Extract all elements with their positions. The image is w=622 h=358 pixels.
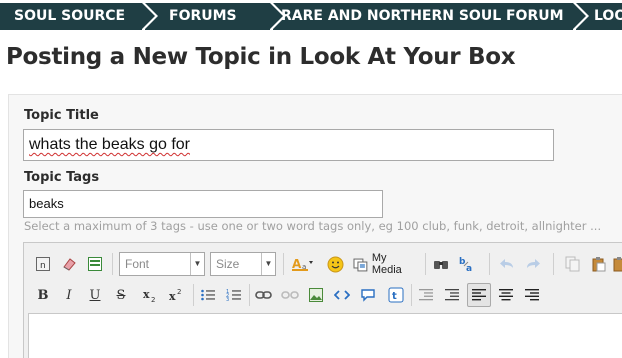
image-icon[interactable] (306, 284, 326, 306)
font-select-value: Font (125, 257, 150, 271)
align-right-icon[interactable] (522, 284, 542, 306)
page-title: Posting a New Topic in Look At Your Box (6, 44, 516, 70)
svg-text:n: n (40, 261, 46, 271)
paste-icon[interactable] (589, 253, 609, 275)
size-select[interactable]: Size ▼ (210, 252, 276, 276)
find-icon[interactable] (432, 253, 450, 275)
unlink-icon[interactable] (280, 284, 300, 306)
italic-button[interactable]: I (60, 284, 78, 306)
breadcrumb-label: SOUL SOURCE (14, 8, 126, 24)
align-left-icon[interactable] (467, 283, 491, 307)
code-icon[interactable] (332, 284, 352, 306)
bullet-list-icon[interactable] (198, 284, 218, 306)
twitter-icon[interactable]: t (386, 284, 406, 306)
svg-text:2: 2 (151, 296, 155, 303)
topic-title-text: whats the beaks go for (29, 136, 190, 153)
breadcrumb: SOUL SOURCE FORUMS RARE AND NORTHERN SOU… (0, 0, 622, 34)
breadcrumb-label: FORUMS (169, 8, 237, 24)
topic-title-input[interactable]: whats the beaks go for (23, 129, 554, 161)
source-icon[interactable]: n (34, 253, 52, 275)
topic-tags-input[interactable]: beaks (23, 190, 383, 218)
svg-text:x: x (143, 288, 150, 301)
my-media-label: My Media (371, 252, 402, 276)
topic-tags-label: Topic Tags (24, 170, 100, 185)
breadcrumb-soul-source[interactable]: SOUL SOURCE (0, 3, 158, 30)
breadcrumb-rare-northern-soul-forum[interactable]: RARE AND NORTHERN SOUL FORUM (273, 3, 589, 30)
outdent-icon[interactable] (416, 284, 436, 306)
editor-content-area[interactable] (28, 313, 622, 358)
size-select-value: Size (216, 257, 240, 271)
chevron-down-icon: ▼ (261, 253, 275, 275)
replace-icon[interactable]: ba (458, 253, 478, 275)
copy-icon[interactable] (563, 253, 583, 275)
my-media-button[interactable]: My Media (353, 252, 419, 276)
undo-icon[interactable] (497, 253, 517, 275)
svg-text:a: a (466, 264, 472, 272)
quote-icon[interactable] (358, 284, 378, 306)
strikethrough-button[interactable]: S (112, 284, 130, 306)
svg-text:x: x (169, 290, 176, 303)
link-icon[interactable] (254, 284, 274, 306)
breadcrumb-forums[interactable]: FORUMS (145, 3, 286, 30)
numbered-list-icon[interactable]: 123 (224, 284, 244, 306)
svg-text:3: 3 (226, 297, 229, 302)
topic-title-label: Topic Title (24, 108, 99, 123)
bold-button[interactable]: B (34, 284, 52, 306)
text-color-icon[interactable]: Aa (290, 253, 318, 275)
preview-icon[interactable] (86, 253, 104, 275)
redo-icon[interactable] (523, 253, 543, 275)
tags-hint: Select a maximum of 3 tags - use one or … (24, 219, 602, 233)
my-media-icon (353, 258, 368, 272)
svg-text:A: A (292, 257, 302, 271)
underline-button[interactable]: U (86, 284, 104, 306)
indent-icon[interactable] (442, 284, 462, 306)
subscript-icon[interactable]: x2 (140, 284, 162, 306)
svg-text:t: t (392, 291, 397, 302)
font-select[interactable]: Font ▼ (119, 252, 205, 276)
superscript-icon[interactable]: x2 (166, 284, 188, 306)
breadcrumb-label: LOO (594, 8, 622, 24)
smiley-icon[interactable] (325, 253, 345, 275)
eraser-icon[interactable] (60, 253, 78, 275)
breadcrumb-label: RARE AND NORTHERN SOUL FORUM (281, 8, 564, 24)
svg-text:2: 2 (177, 288, 181, 296)
align-center-icon[interactable] (496, 284, 516, 306)
paste-text-icon[interactable] (613, 253, 622, 275)
chevron-down-icon: ▼ (190, 253, 204, 275)
